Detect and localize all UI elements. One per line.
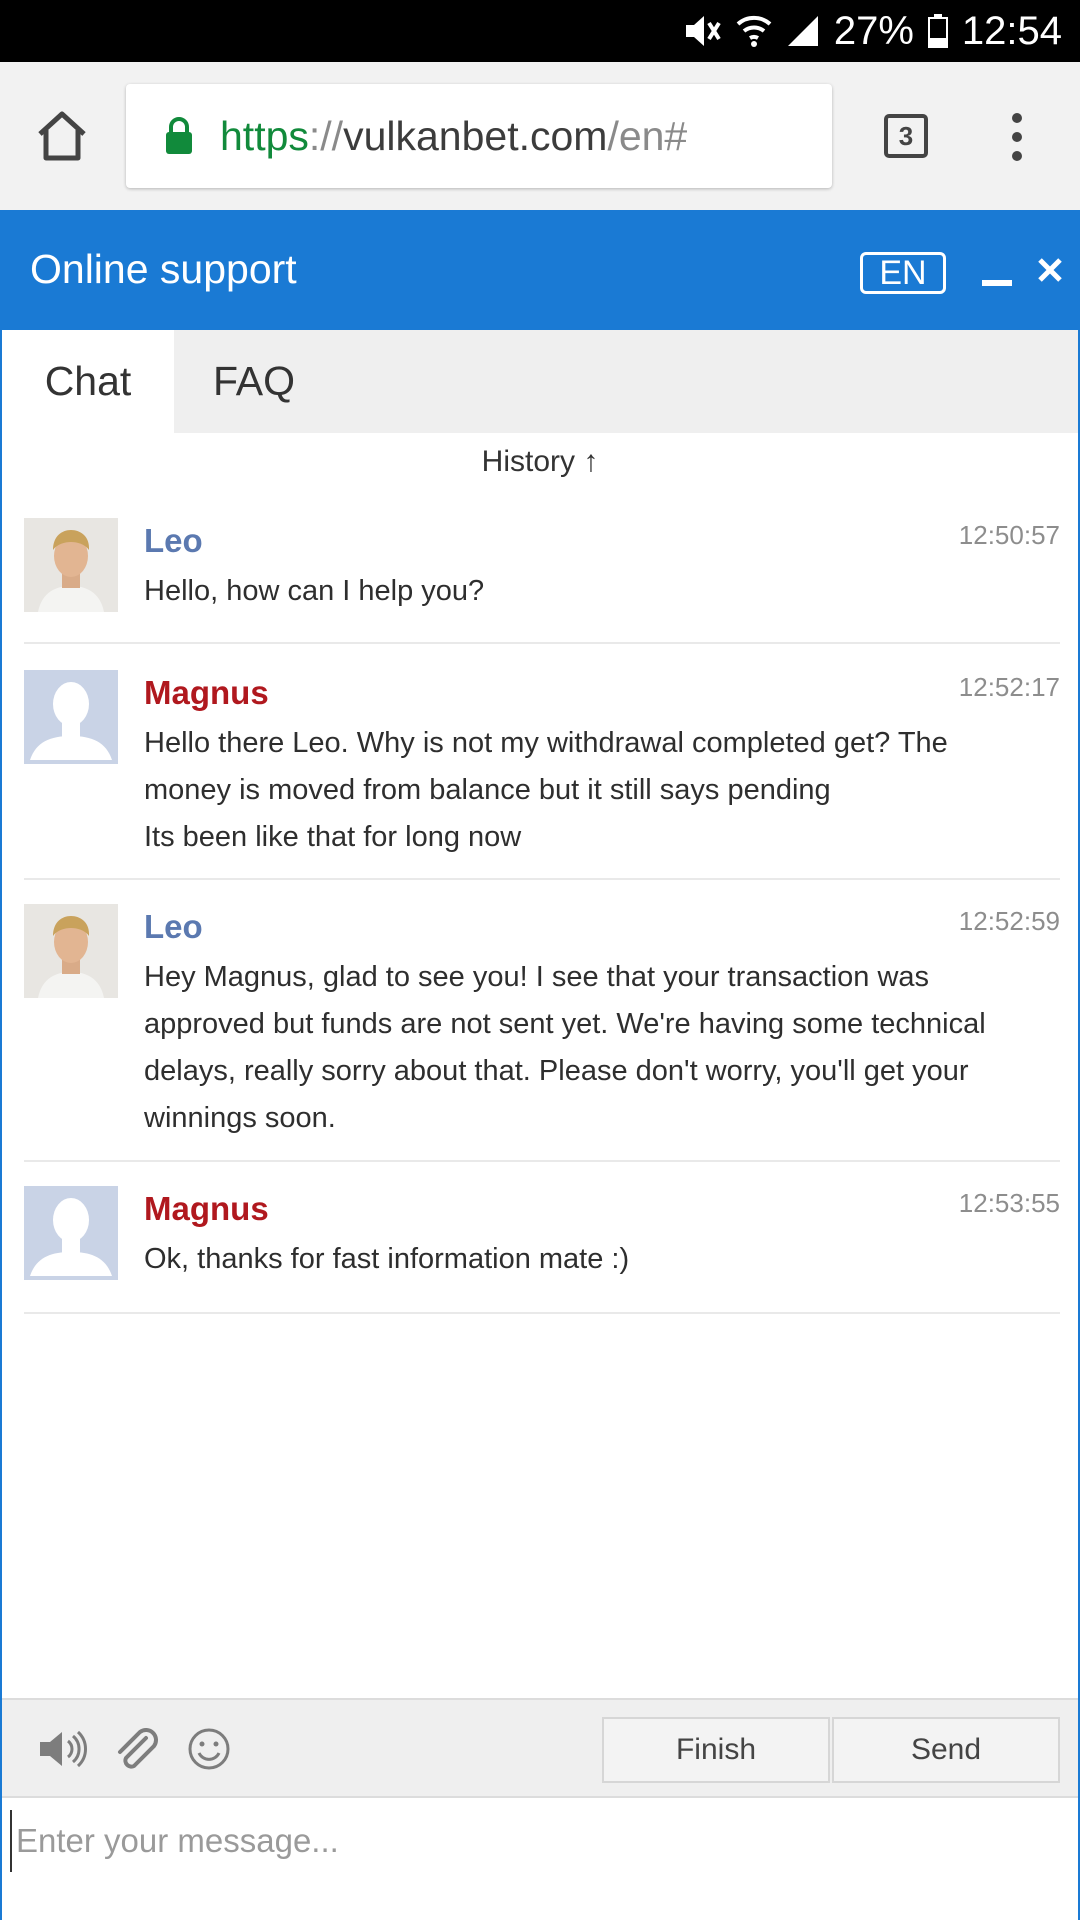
- widget-tabs: Chat FAQ: [2, 330, 1078, 433]
- chat-message: Magnus 12:52:17 Hello there Leo. Why is …: [24, 670, 1060, 880]
- battery-text: 27%: [833, 8, 914, 53]
- signal-icon: [786, 14, 820, 48]
- message-text: Ok, thanks for fast information mate :): [144, 1243, 630, 1275]
- tab-faq[interactable]: FAQ: [174, 330, 334, 433]
- url-text: https://vulkanbet.com/en#: [220, 113, 687, 160]
- close-icon[interactable]: [1036, 256, 1064, 284]
- browser-toolbar: https://vulkanbet.com/en# 3: [0, 62, 1080, 211]
- mute-icon: [682, 13, 722, 49]
- message-time: 12:52:17: [958, 672, 1060, 702]
- clock: 12:54: [961, 8, 1062, 53]
- input-area: [2, 1798, 1078, 1920]
- message-text: Hey Magnus, glad to see you! I see that …: [144, 961, 986, 1134]
- sender-name: Leo: [144, 522, 203, 559]
- user-avatar: [24, 670, 118, 764]
- message-time: 12:53:55: [958, 1188, 1060, 1218]
- message-text: Hello, how can I help you?: [144, 575, 485, 607]
- chat-message: Magnus 12:53:55 Ok, thanks for fast info…: [24, 1186, 1060, 1314]
- status-bar: 27% 12:54: [0, 0, 1080, 62]
- tabs-icon[interactable]: 3: [884, 114, 928, 158]
- chat-toolbar: Finish Send: [2, 1698, 1078, 1798]
- chat-message: Leo 12:52:59 Hey Magnus, glad to see you…: [24, 904, 1060, 1162]
- battery-icon: [927, 14, 948, 48]
- widget-title: Online support: [30, 246, 297, 292]
- sender-name: Leo: [144, 908, 203, 945]
- overflow-menu-icon[interactable]: [1002, 112, 1032, 162]
- message-text: Hello there Leo. Why is not my withdrawa…: [144, 727, 948, 853]
- url-host: vulkanbet.com: [343, 112, 608, 159]
- send-button[interactable]: Send: [832, 1717, 1060, 1783]
- address-bar[interactable]: https://vulkanbet.com/en#: [126, 84, 832, 188]
- home-icon[interactable]: [34, 108, 90, 164]
- wifi-icon: [736, 14, 772, 48]
- message-time: 12:50:57: [958, 520, 1060, 550]
- sender-name: Magnus: [144, 674, 269, 711]
- smiley-icon[interactable]: [184, 1726, 234, 1772]
- language-button[interactable]: EN: [860, 252, 946, 294]
- history-link[interactable]: History ↑: [2, 445, 1078, 479]
- paperclip-icon[interactable]: [112, 1726, 162, 1772]
- lock-icon: [164, 116, 194, 156]
- chat-message: Leo 12:50:57 Hello, how can I help you?: [24, 518, 1060, 644]
- agent-avatar: [24, 518, 118, 612]
- sender-name: Magnus: [144, 1190, 269, 1227]
- tab-chat[interactable]: Chat: [2, 330, 174, 433]
- url-scheme: https: [220, 112, 309, 159]
- support-widget: Online support EN Chat FAQ History ↑ Leo…: [0, 210, 1080, 1920]
- message-time: 12:52:59: [958, 906, 1060, 936]
- widget-header: Online support EN: [2, 210, 1078, 330]
- minimize-icon[interactable]: [982, 280, 1012, 286]
- finish-button[interactable]: Finish: [602, 1717, 830, 1783]
- speaker-icon[interactable]: [38, 1726, 88, 1772]
- url-separator: ://: [308, 112, 344, 159]
- user-avatar: [24, 1186, 118, 1280]
- url-path: /en#: [607, 112, 688, 159]
- agent-avatar: [24, 904, 118, 998]
- message-input[interactable]: [10, 1810, 1068, 1872]
